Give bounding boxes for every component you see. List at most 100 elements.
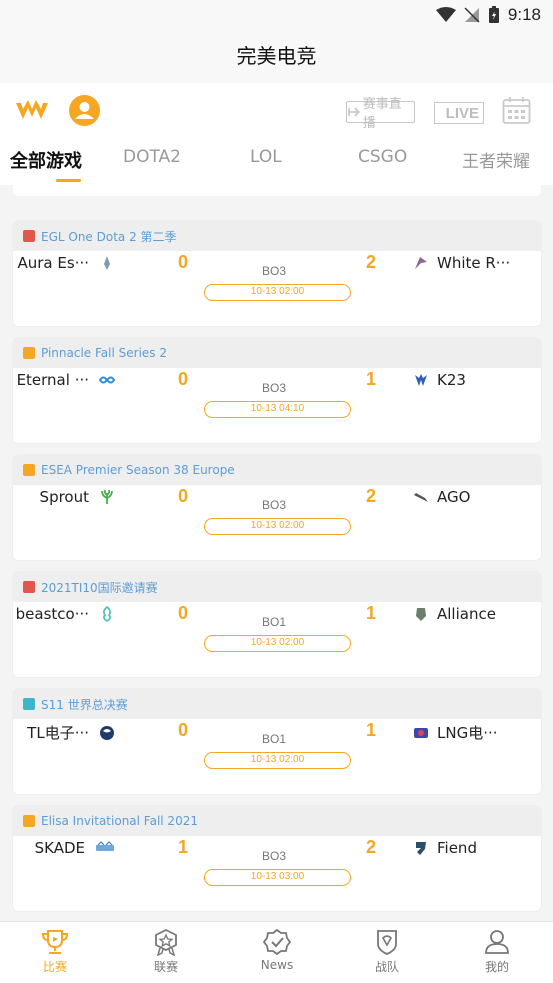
battery-icon (488, 6, 499, 23)
match-format: BO3 (262, 264, 287, 278)
score-b: 2 (366, 486, 377, 506)
match-time: 10-13 02:00 (204, 752, 351, 769)
wifi-icon (435, 7, 456, 22)
match-card[interactable]: Pinnacle Fall Series 2 Eternal ··· 0 BO3… (13, 338, 541, 443)
league-name: Pinnacle Fall Series 2 (41, 346, 167, 360)
team-b: Alliance (413, 605, 496, 623)
score-a: 0 (178, 252, 189, 272)
user-icon (485, 930, 509, 954)
team-b: White R··· (413, 254, 510, 272)
team-a-logo-icon (100, 725, 114, 740)
nav-news[interactable]: News (242, 928, 312, 972)
dota2-icon (23, 581, 35, 593)
match-card-header: 2021TI10国际邀请赛 (13, 572, 541, 602)
match-card[interactable]: EGL One Dota 2 第二季 Aura Es··· 0 BO3 2 Wh… (13, 221, 541, 326)
team-a-logo-icon (104, 256, 110, 270)
match-card[interactable]: Elisa Invitational Fall 2021 SKADE 1 BO3… (13, 806, 541, 911)
team-b-logo-icon (414, 493, 428, 502)
nav-me[interactable]: 我的 (462, 928, 532, 975)
match-list[interactable]: EGL One Dota 2 第二季 Aura Es··· 0 BO3 2 Wh… (0, 185, 553, 921)
match-card-header: Elisa Invitational Fall 2021 (13, 806, 541, 836)
team-b: AGO (413, 488, 470, 506)
nav-news-label: News (260, 958, 294, 972)
status-bar: 9:18 (0, 0, 553, 30)
arrow-right-icon (348, 107, 360, 117)
trophy-icon (41, 930, 69, 954)
score-b: 2 (366, 252, 377, 272)
tab-dota2[interactable]: DOTA2 (123, 147, 181, 167)
team-b-name: K23 (437, 371, 466, 389)
nav-teams[interactable]: 战队 (352, 928, 422, 975)
match-time: 10-13 02:00 (204, 284, 351, 301)
team-b-name: Fiend (437, 839, 477, 857)
tab-lol[interactable]: LOL (250, 147, 282, 167)
match-format: BO3 (262, 849, 287, 863)
match-time: 10-13 03:00 (204, 869, 351, 886)
csgo-icon (23, 464, 35, 476)
csgo-icon (23, 347, 35, 359)
team-a: SKADE (35, 839, 115, 857)
team-a: Eternal ··· (17, 371, 115, 389)
team-a-name: SKADE (34, 839, 85, 857)
team-b: Fiend (413, 839, 477, 857)
team-b: LNG电··· (413, 722, 498, 743)
score-a: 0 (178, 369, 189, 389)
league-name: 2021TI10国际邀请赛 (41, 580, 158, 595)
match-card-header: S11 世界总决赛 (13, 689, 541, 719)
match-format: BO1 (262, 732, 287, 746)
previous-match-card (13, 185, 541, 196)
game-tabs: 全部游戏 DOTA2 LOL CSGO 王者荣耀 (0, 137, 553, 185)
match-card[interactable]: S11 世界总决赛 TL电子··· 0 BO1 1 LNG电··· 10-13 … (13, 689, 541, 794)
team-b-logo-icon (415, 374, 427, 386)
dota2-icon (23, 230, 35, 242)
lol-icon (23, 698, 35, 710)
bottom-nav: 比赛 联赛 News 战队 我的 (0, 921, 553, 983)
match-format: BO3 (262, 381, 287, 395)
score-a: 0 (178, 603, 189, 623)
league-name: EGL One Dota 2 第二季 (41, 229, 177, 244)
team-b-logo-icon (414, 727, 428, 738)
match-time: 10-13 02:00 (204, 518, 351, 535)
toolbar: 赛事直播 LIVE (0, 83, 553, 137)
team-a: beastco··· (16, 605, 115, 623)
nav-me-label: 我的 (484, 960, 509, 974)
match-card[interactable]: ESEA Premier Season 38 Europe Sprout 0 B… (13, 455, 541, 560)
match-card-header: EGL One Dota 2 第二季 (13, 221, 541, 251)
score-b: 1 (366, 603, 377, 623)
news-badge-icon (262, 928, 292, 956)
match-card-header: ESEA Premier Season 38 Europe (13, 455, 541, 485)
medal-icon (155, 928, 177, 956)
team-a-name: Sprout (39, 488, 89, 506)
team-b-name: LNG电··· (437, 724, 498, 742)
league-name: Elisa Invitational Fall 2021 (41, 814, 198, 828)
team-b-logo-icon (416, 842, 426, 855)
live-button[interactable]: LIVE (434, 102, 484, 124)
score-a: 0 (178, 486, 189, 506)
avatar[interactable] (69, 95, 100, 126)
team-b: K23 (413, 371, 466, 389)
league-name: S11 世界总决赛 (41, 697, 128, 712)
tab-all-games[interactable]: 全部游戏 (10, 147, 82, 173)
tab-csgo[interactable]: CSGO (358, 147, 407, 167)
nav-leagues-label: 联赛 (153, 960, 178, 974)
league-name: ESEA Premier Season 38 Europe (41, 463, 235, 477)
tab-honor-of-kings[interactable]: 王者荣耀 (462, 147, 530, 172)
team-b-name: Alliance (437, 605, 496, 623)
status-time: 9:18 (507, 5, 541, 24)
match-format: BO1 (262, 615, 287, 629)
team-a: Sprout (40, 488, 115, 506)
live-schedule-button[interactable]: 赛事直播 (346, 97, 415, 131)
app-bar: 完美电竞 (0, 30, 553, 83)
match-card-header: Pinnacle Fall Series 2 (13, 338, 541, 368)
user-avatar-icon (75, 102, 94, 119)
nav-matches[interactable]: 比赛 (20, 928, 90, 975)
team-a-logo-icon (96, 841, 114, 851)
team-a-name: beastco··· (15, 605, 89, 623)
live-schedule-label: 赛事直播 (362, 97, 402, 131)
match-time: 10-13 02:00 (204, 635, 351, 652)
nav-leagues[interactable]: 联赛 (131, 928, 201, 975)
team-a-name: Eternal ··· (16, 371, 89, 389)
nav-matches-label: 比赛 (42, 960, 67, 974)
match-card[interactable]: 2021TI10国际邀请赛 beastco··· 0 BO1 1 Allianc… (13, 572, 541, 677)
calendar-icon[interactable] (502, 96, 531, 125)
